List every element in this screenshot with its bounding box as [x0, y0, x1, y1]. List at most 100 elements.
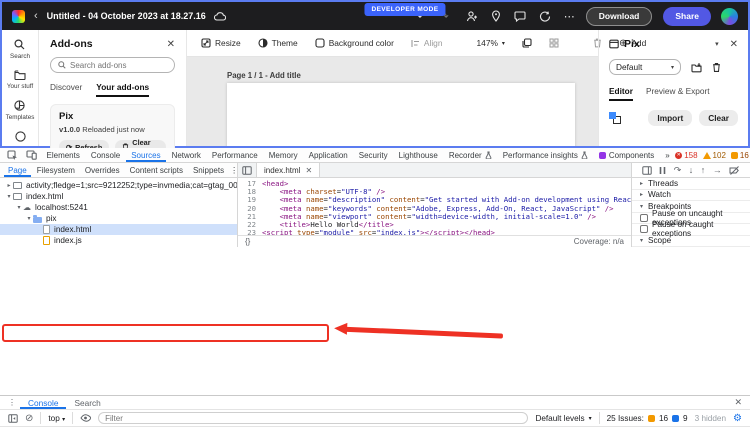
- tree-item-index.html[interactable]: index.html: [0, 224, 237, 235]
- add-collaborator-icon[interactable]: [466, 10, 478, 22]
- drawer-menu-icon[interactable]: ⋮: [4, 396, 20, 409]
- clear-console-icon[interactable]: ⊘: [25, 413, 33, 424]
- more-options-icon[interactable]: ⋯: [564, 10, 575, 23]
- devtools-tab-network[interactable]: Network: [166, 148, 206, 162]
- tab-preview-export[interactable]: Preview & Export: [646, 86, 710, 101]
- devtools-tab-sources[interactable]: Sources: [126, 148, 166, 162]
- close-tab-icon[interactable]: ✕: [305, 166, 312, 175]
- pin-icon[interactable]: [491, 10, 501, 22]
- user-avatar[interactable]: [721, 7, 738, 25]
- drawer-tab-search[interactable]: Search: [66, 396, 108, 409]
- background-color-button[interactable]: Background color: [315, 38, 394, 48]
- step-out-icon[interactable]: ↑: [701, 165, 706, 175]
- tab-discover[interactable]: Discover: [50, 82, 82, 97]
- inspect-element-icon[interactable]: [3, 148, 22, 162]
- page-label[interactable]: Page 1 / 1 - Add title: [227, 71, 301, 80]
- drawer-tab-console[interactable]: Console: [20, 396, 66, 409]
- rail-item-templates[interactable]: Templates: [6, 100, 34, 121]
- subtab-snippets[interactable]: Snippets: [189, 163, 228, 177]
- navigator-menu-icon[interactable]: ⋮: [230, 166, 238, 175]
- rail-item-your-stuff[interactable]: Your stuff: [7, 70, 33, 90]
- resize-button[interactable]: Resize: [201, 38, 241, 48]
- pause-caught-checkbox[interactable]: Pause on caught exceptions: [632, 220, 750, 238]
- save-preset-icon[interactable]: [691, 62, 702, 73]
- delete-preset-icon[interactable]: [712, 62, 721, 73]
- subtab-content-scripts[interactable]: Content scripts: [126, 163, 187, 177]
- tree-item-activity-fle[interactable]: ▸ activity;fledge=1;src=9212252;type=invm…: [0, 180, 237, 191]
- step-icon[interactable]: →: [713, 165, 722, 175]
- pretty-print-icon[interactable]: {}: [245, 237, 250, 246]
- comment-icon[interactable]: [514, 10, 526, 22]
- theme-button[interactable]: Theme: [258, 38, 298, 48]
- tab-editor[interactable]: Editor: [609, 86, 633, 101]
- devtools-tab-security[interactable]: Security: [353, 148, 393, 162]
- devtools-tab-recorder[interactable]: Recorder: [443, 148, 497, 162]
- tree-item-index.js[interactable]: index.js: [0, 235, 237, 246]
- section-watch[interactable]: ▸ Watch: [632, 190, 750, 201]
- close-addons-icon[interactable]: ✕: [167, 39, 175, 50]
- tab-your-addons[interactable]: Your add-ons: [96, 82, 150, 97]
- tree-arrow-icon[interactable]: ▸: [5, 182, 13, 189]
- devtools-tab-console[interactable]: Console: [85, 148, 125, 162]
- download-button[interactable]: Download: [585, 6, 653, 26]
- pause-script-icon[interactable]: [659, 166, 666, 175]
- canvas-area[interactable]: Page 1 / 1 - Add title: [187, 57, 598, 146]
- devtools-tab-components[interactable]: Components: [593, 148, 659, 162]
- devtools-tab-elements[interactable]: Elements: [41, 148, 85, 162]
- devtools-tab-performance[interactable]: Performance: [206, 148, 263, 162]
- close-pix-panel-icon[interactable]: ✕: [730, 39, 738, 50]
- hidden-messages-count[interactable]: 3 hidden: [695, 414, 726, 423]
- grid-view-button[interactable]: [549, 38, 559, 48]
- device-toolbar-icon[interactable]: [22, 148, 41, 162]
- log-levels-select[interactable]: Default levels ▾: [535, 414, 591, 423]
- code-editor[interactable]: 17 <head> 18 <meta charset = "UTF-8" /> 19 <m…: [238, 178, 632, 247]
- devtools-tab-application[interactable]: Application: [303, 148, 353, 162]
- console-sidebar-icon[interactable]: [8, 413, 18, 423]
- hide-navigator-icon[interactable]: [238, 163, 256, 177]
- subtab-filesystem[interactable]: Filesystem: [33, 163, 79, 177]
- toggle-sidebar-icon[interactable]: [642, 165, 652, 175]
- step-over-icon[interactable]: ↷: [674, 165, 682, 176]
- rail-item-search[interactable]: Search: [10, 39, 30, 60]
- document-page[interactable]: [227, 83, 575, 146]
- issues-count-badge[interactable]: 16: [730, 151, 749, 160]
- deactivate-breakpoints-icon[interactable]: [729, 165, 740, 175]
- zoom-level[interactable]: 147% ▾: [477, 38, 505, 48]
- tree-item-pix[interactable]: ▾ pix: [0, 213, 237, 224]
- section-threads[interactable]: ▸ Threads: [632, 178, 750, 190]
- align-button[interactable]: Align: [411, 38, 443, 48]
- addons-search-input[interactable]: Search add-ons: [50, 57, 175, 73]
- error-count-badge[interactable]: ✕ 158: [675, 151, 698, 160]
- console-settings-icon[interactable]: ⚙: [733, 413, 742, 424]
- devtools-tab-lighthouse[interactable]: Lighthouse: [393, 148, 443, 162]
- tree-arrow-icon[interactable]: ▾: [15, 204, 23, 211]
- tree-item-index.html[interactable]: ▾ index.html: [0, 191, 237, 202]
- rail-item-partial[interactable]: [14, 131, 26, 142]
- clear-button[interactable]: Clear: [699, 110, 738, 126]
- version-history-icon[interactable]: [539, 11, 551, 22]
- collapse-panel-icon[interactable]: ▾: [715, 40, 719, 48]
- editor-tab-index-html[interactable]: index.html ✕: [256, 163, 321, 177]
- more-tabs-icon[interactable]: »: [660, 148, 675, 162]
- drawer-close-icon[interactable]: ✕: [726, 396, 750, 409]
- subtab-overrides[interactable]: Overrides: [81, 163, 124, 177]
- live-expression-eye-icon[interactable]: [80, 414, 92, 422]
- subtab-page[interactable]: Page: [4, 163, 31, 177]
- import-button[interactable]: Import: [648, 110, 693, 126]
- preset-select[interactable]: Default ▾: [609, 59, 681, 75]
- tree-arrow-icon[interactable]: ▾: [25, 215, 33, 222]
- back-chevron-icon[interactable]: ‹: [34, 10, 38, 22]
- issues-summary[interactable]: 25 Issues: 16 9: [607, 414, 688, 423]
- devtools-tab-performance-insights[interactable]: Performance insights: [497, 148, 593, 162]
- console-filter-input[interactable]: [98, 412, 529, 424]
- warning-count-badge[interactable]: 102: [702, 151, 726, 160]
- tree-item-localhost-52[interactable]: ▾ ☁ localhost:5241: [0, 202, 237, 213]
- step-into-icon[interactable]: ↓: [689, 165, 694, 175]
- duplicate-page-button[interactable]: [522, 38, 532, 48]
- pages-icon: [522, 38, 532, 48]
- layers-icon[interactable]: [609, 112, 621, 124]
- tree-arrow-icon[interactable]: ▾: [5, 193, 13, 200]
- share-button[interactable]: Share: [663, 6, 711, 26]
- context-selector[interactable]: top ▾: [48, 414, 65, 423]
- devtools-tab-memory[interactable]: Memory: [263, 148, 303, 162]
